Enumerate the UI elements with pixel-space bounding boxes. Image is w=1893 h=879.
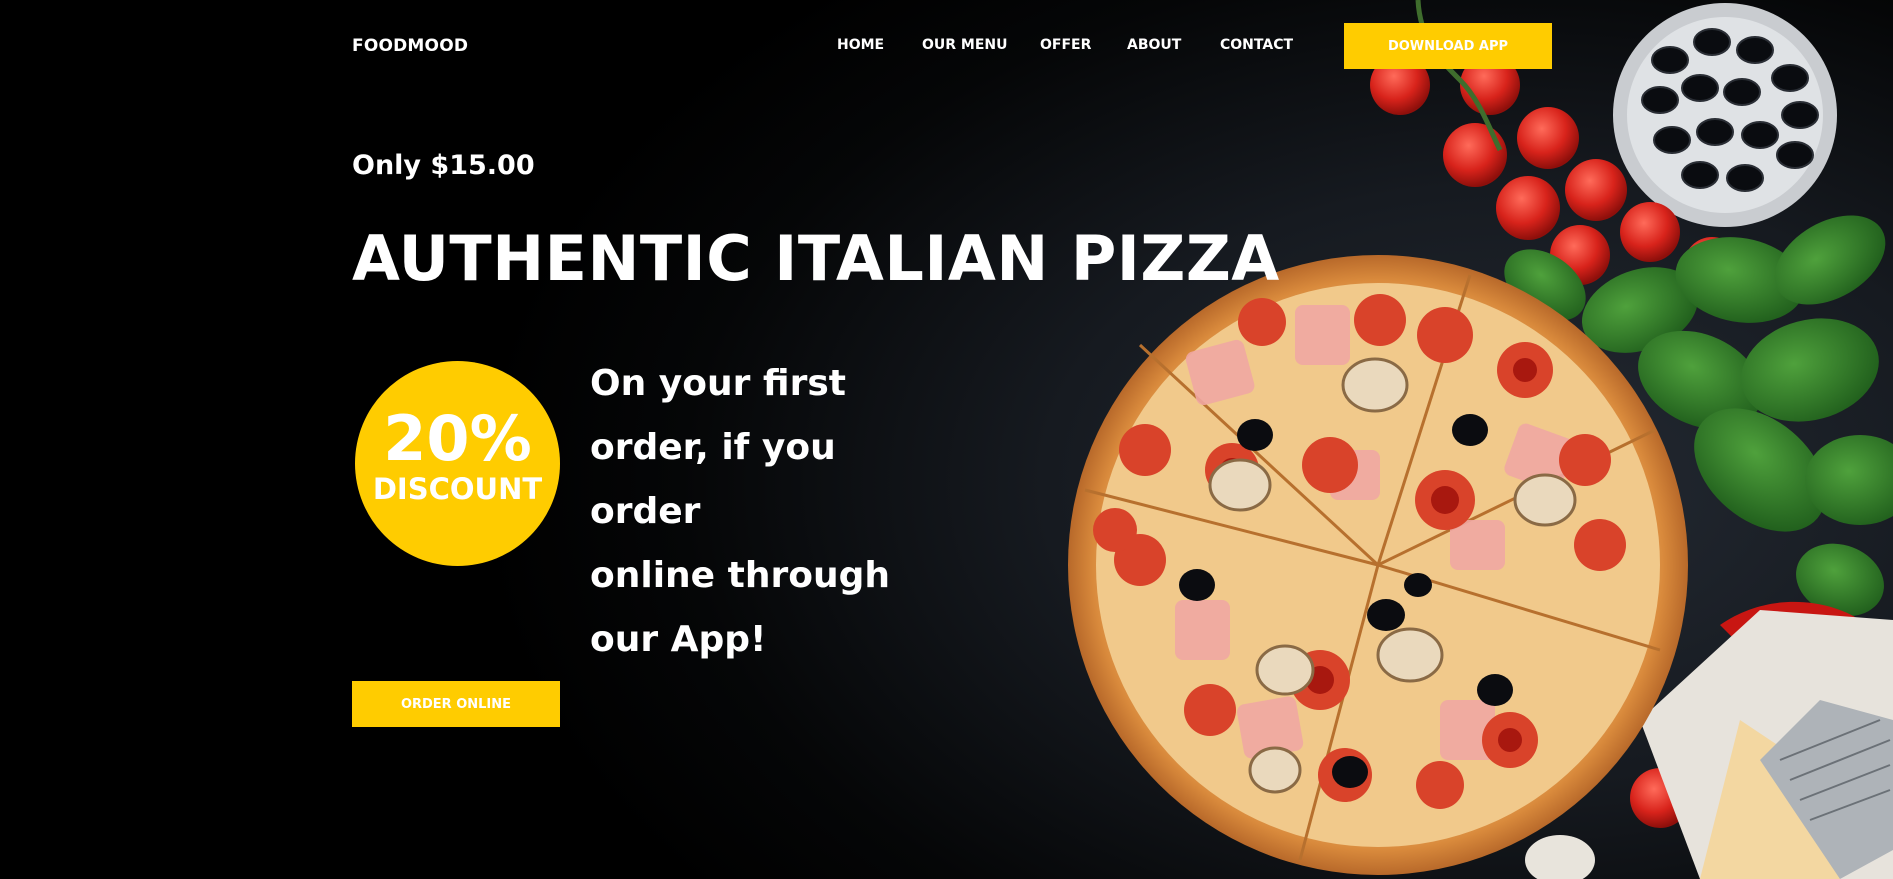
nav-item-home[interactable]: HOME [837,37,884,53]
price-label: Only $15.00 [352,150,535,181]
hero-title: AUTHENTIC ITALIAN PIZZA [352,222,1280,295]
nav-item-our-menu[interactable]: OUR MENU [922,37,1008,53]
discount-percent: 20% [383,401,532,475]
order-online-button[interactable]: ORDER ONLINE [352,681,560,727]
offer-line: our App! [590,619,767,660]
nav-item-offer[interactable]: OFFER [1040,37,1091,53]
site-logo[interactable]: FOODMOOD [352,36,468,56]
offer-line: order, if you order [590,427,836,532]
discount-badge: 20% DISCOUNT [355,361,560,566]
download-app-button[interactable]: DOWNLOAD APP [1344,23,1552,69]
nav-item-contact[interactable]: CONTACT [1220,37,1293,53]
discount-label: DISCOUNT [372,471,543,506]
offer-line: online through [590,555,890,596]
offer-text: On your first order, if you order online… [590,352,950,672]
offer-line: On your first [590,363,846,404]
nav-item-about[interactable]: ABOUT [1127,37,1181,53]
